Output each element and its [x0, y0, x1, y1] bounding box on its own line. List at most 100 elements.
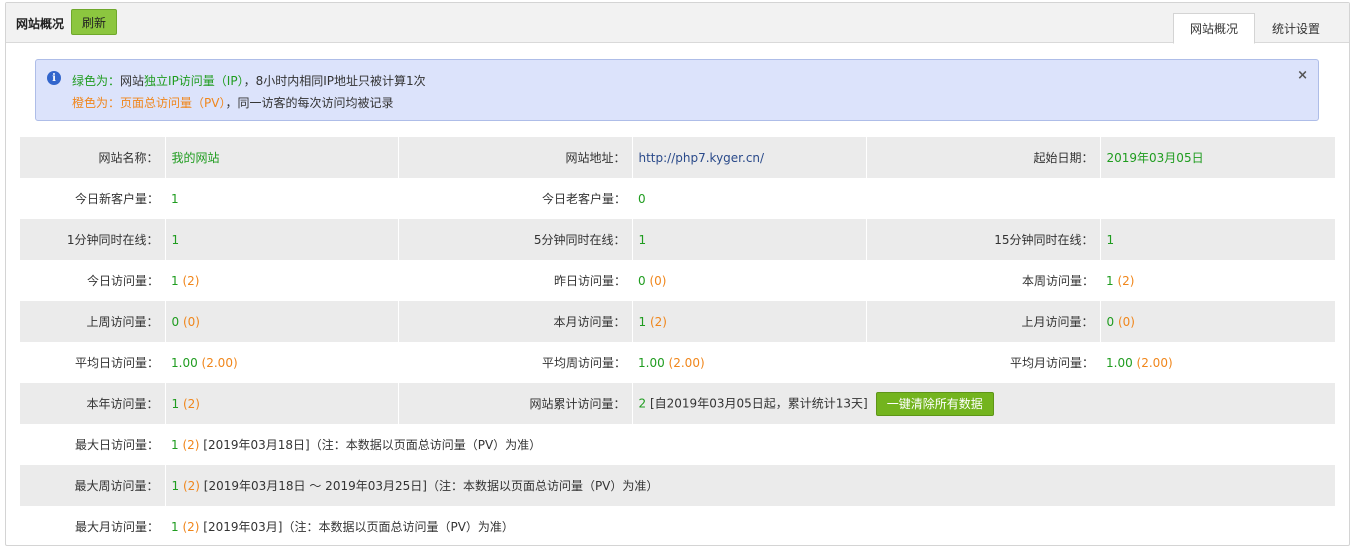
total-visits-label: 网站累计访问量：	[397, 383, 632, 424]
site-url-link[interactable]: http://php7.kyger.cn/	[631, 137, 866, 178]
start-date-value: 2019年03月05日	[1099, 137, 1335, 178]
month-visits-value: 1 (2)	[631, 301, 866, 342]
today-visits-label: 今日访问量：	[86, 274, 159, 288]
max-week-visits-value: 1 (2) [2019年03月18日 ～ 2019年03月25日]（注：本数据以…	[164, 465, 1335, 506]
avg-week-visits-label: 平均周访问量：	[541, 356, 626, 370]
ip-count: 1	[171, 520, 179, 534]
year-visits-label: 本年访问量：	[20, 383, 165, 424]
site-name-value: 我的网站	[164, 137, 398, 178]
info-alert: i 绿色为：网站独立IP访问量（IP），8小时内相同IP地址只被计算1次 橙色为…	[35, 59, 1319, 121]
total-note: [自2019年03月05日起，累计统计13天]	[649, 396, 868, 410]
pv-count: (2.00)	[668, 355, 705, 370]
stats-table: 网站名称： 我的网站 网站地址： http://php7.kyger.cn/ 起…	[20, 137, 1335, 547]
tab-statistics-settings[interactable]: 统计设置	[1255, 13, 1337, 44]
ip-count: 1.00	[171, 355, 198, 370]
online-5min-value: 1	[631, 219, 866, 260]
pv-count: (0)	[649, 273, 667, 288]
yesterday-visits-value: 0 (0)	[632, 260, 866, 301]
overview-panel: 网站概况 刷新 网站概况 统计设置 i 绿色为：网站独立IP访问量（IP），8小…	[5, 2, 1350, 546]
yesterday-visits-label: 昨日访问量：	[553, 274, 626, 288]
ip-count: 2	[638, 396, 647, 410]
alert-orange-prefix: 橙色为：	[72, 96, 121, 110]
total-visits-value: 2 [自2019年03月05日起，累计统计13天] 一键清除所有数据	[631, 383, 1335, 424]
pv-count: (2)	[182, 479, 200, 493]
alert-green-pre: 网站	[120, 74, 145, 88]
month-visits-label: 本月访问量：	[397, 301, 632, 342]
year-visits-value: 1 (2)	[164, 383, 398, 424]
pv-count: (2.00)	[201, 355, 238, 370]
alert-green-prefix: 绿色为：	[72, 74, 121, 88]
old-customers-value: 0	[638, 191, 646, 206]
alert-orange-rest: ，同一访客的每次访问均被记录	[225, 96, 394, 110]
max-week-visits-label: 最大周访问量：	[20, 465, 165, 506]
avg-day-visits-label: 平均日访问量：	[74, 356, 159, 370]
alert-line-green: 绿色为：网站独立IP访问量（IP），8小时内相同IP地址只被计算1次	[72, 72, 426, 89]
ip-count: 1	[171, 273, 179, 288]
alert-orange-highlight: 页面总访问量（PV）	[120, 96, 226, 110]
start-date-label: 起始日期：	[865, 137, 1100, 178]
last-month-visits-value: 0 (0)	[1099, 301, 1335, 342]
old-customers-label: 今日老客户量：	[541, 192, 626, 206]
new-customers-label: 今日新客户量：	[74, 192, 159, 206]
table-row: 最大日访问量： 1 (2) [2019年03月18日]（注：本数据以页面总访问量…	[20, 424, 1335, 465]
info-icon: i	[47, 71, 61, 85]
ip-count: 0	[171, 314, 180, 329]
last-week-visits-label: 上周访问量：	[20, 301, 165, 342]
alert-line-orange: 橙色为：页面总访问量（PV），同一访客的每次访问均被记录	[72, 94, 393, 111]
online-1min-value: 1	[164, 219, 398, 260]
tab-bar: 网站概况 统计设置	[1172, 13, 1337, 44]
week-visits-label: 本周访问量：	[1021, 274, 1094, 288]
pv-count: (2)	[182, 438, 200, 452]
pv-count: (2)	[182, 396, 200, 411]
close-icon[interactable]: ×	[1297, 68, 1308, 83]
table-row: 最大月访问量： 1 (2) [2019年03月]（注：本数据以页面总访问量（PV…	[20, 506, 1335, 547]
table-row: 平均日访问量： 1.00 (2.00) 平均周访问量： 1.00 (2.00) …	[20, 342, 1335, 383]
avg-day-visits-value: 1.00 (2.00)	[165, 342, 398, 383]
page-title: 网站概况	[16, 17, 65, 31]
new-customers-value: 1	[171, 191, 179, 206]
pv-count: (0)	[182, 314, 200, 329]
table-row: 今日访问量： 1 (2) 昨日访问量： 0 (0) 本周访问量： 1 (2)	[20, 260, 1335, 301]
refresh-button[interactable]: 刷新	[71, 9, 117, 35]
site-url-label: 网站地址：	[397, 137, 632, 178]
clear-all-data-button[interactable]: 一键清除所有数据	[875, 391, 994, 416]
table-row: 网站名称： 我的网站 网站地址： http://php7.kyger.cn/ 起…	[20, 137, 1335, 178]
last-week-visits-value: 0 (0)	[164, 301, 398, 342]
alert-green-rest: ，8小时内相同IP地址只被计算1次	[243, 74, 426, 88]
table-row: 本年访问量： 1 (2) 网站累计访问量： 2 [自2019年03月05日起，累…	[20, 383, 1335, 424]
ip-count: 1	[171, 438, 179, 452]
ip-count: 1	[1106, 273, 1114, 288]
max-note: [2019年03月18日]（注：本数据以页面总访问量（PV）为准）	[203, 438, 542, 452]
max-note: [2019年03月]（注：本数据以页面总访问量（PV）为准）	[203, 520, 514, 534]
ip-count: 1	[171, 396, 180, 411]
site-name-label: 网站名称：	[20, 137, 165, 178]
pv-count: (2)	[1117, 273, 1135, 288]
online-15min-label: 15分钟同时在线：	[865, 219, 1100, 260]
pv-count: (2.00)	[1136, 355, 1173, 370]
online-15min-value: 1	[1099, 219, 1335, 260]
max-month-visits-value: 1 (2) [2019年03月]（注：本数据以页面总访问量（PV）为准）	[165, 506, 1335, 547]
pv-count: (0)	[1117, 314, 1135, 329]
last-month-visits-label: 上月访问量：	[865, 301, 1100, 342]
pv-count: (2)	[649, 314, 667, 329]
online-5min-label: 5分钟同时在线：	[397, 219, 632, 260]
table-row: 最大周访问量： 1 (2) [2019年03月18日 ～ 2019年03月25日…	[20, 465, 1335, 506]
max-day-visits-value: 1 (2) [2019年03月18日]（注：本数据以页面总访问量（PV）为准）	[165, 424, 1335, 465]
pv-count: (2)	[182, 520, 200, 534]
ip-count: 1	[171, 479, 180, 493]
ip-count: 1.00	[1106, 355, 1133, 370]
table-row: 今日新客户量： 1 今日老客户量： 0	[20, 178, 1335, 219]
max-note: [2019年03月18日 ～ 2019年03月25日]（注：本数据以页面总访问量…	[203, 479, 659, 493]
tab-overview[interactable]: 网站概况	[1172, 13, 1255, 44]
pv-count: (2)	[182, 273, 200, 288]
avg-month-visits-label: 平均月访问量：	[1009, 356, 1094, 370]
avg-month-visits-value: 1.00 (2.00)	[1100, 342, 1335, 383]
alert-green-highlight: 独立IP访问量（IP）	[144, 74, 244, 88]
max-month-visits-label: 最大月访问量：	[74, 520, 159, 534]
week-visits-value: 1 (2)	[1100, 260, 1335, 301]
table-row: 1分钟同时在线： 1 5分钟同时在线： 1 15分钟同时在线： 1	[20, 219, 1335, 260]
table-row: 上周访问量： 0 (0) 本月访问量： 1 (2) 上月访问量： 0 (0)	[20, 301, 1335, 342]
online-1min-label: 1分钟同时在线：	[20, 219, 165, 260]
avg-week-visits-value: 1.00 (2.00)	[632, 342, 866, 383]
panel-header: 网站概况 刷新 网站概况 统计设置	[6, 3, 1349, 44]
